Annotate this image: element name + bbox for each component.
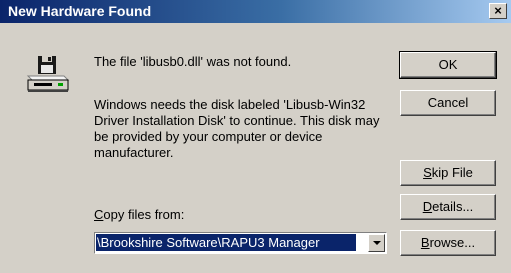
ok-button[interactable]: OK xyxy=(399,51,497,79)
copy-files-combobox[interactable]: \Brookshire Software\RAPU3 Manager xyxy=(94,232,387,254)
chevron-down-icon[interactable] xyxy=(368,234,385,252)
browse-button[interactable]: Browse... xyxy=(400,230,496,256)
window-title: New Hardware Found xyxy=(8,3,152,19)
copy-files-mnemonic: C xyxy=(94,207,104,222)
file-not-found-message: The file 'libusb0.dll' was not found. xyxy=(94,54,292,69)
copy-files-label: Copy files from: xyxy=(94,207,184,223)
close-icon[interactable]: × xyxy=(489,3,507,19)
details-mnemonic: D xyxy=(422,199,433,214)
disk-drive-icon xyxy=(26,56,70,92)
copy-files-path[interactable]: \Brookshire Software\RAPU3 Manager xyxy=(96,234,356,251)
browse-mnemonic: B xyxy=(420,235,430,250)
disk-request-message: Windows needs the disk labeled 'Libusb-W… xyxy=(94,97,380,160)
details-label: etails... xyxy=(432,199,474,214)
title-bar[interactable]: New Hardware Found × xyxy=(0,0,511,23)
skip-file-label: kip File xyxy=(431,165,473,180)
new-hardware-dialog: New Hardware Found × The file 'libusb0.d… xyxy=(0,0,511,273)
skip-file-mnemonic: S xyxy=(423,165,432,180)
skip-file-button[interactable]: Skip File xyxy=(400,160,496,186)
cancel-button[interactable]: Cancel xyxy=(400,90,496,116)
browse-label: rowse... xyxy=(429,235,476,250)
details-button[interactable]: Details... xyxy=(400,194,496,220)
copy-files-label-text: opy files from: xyxy=(103,207,185,222)
